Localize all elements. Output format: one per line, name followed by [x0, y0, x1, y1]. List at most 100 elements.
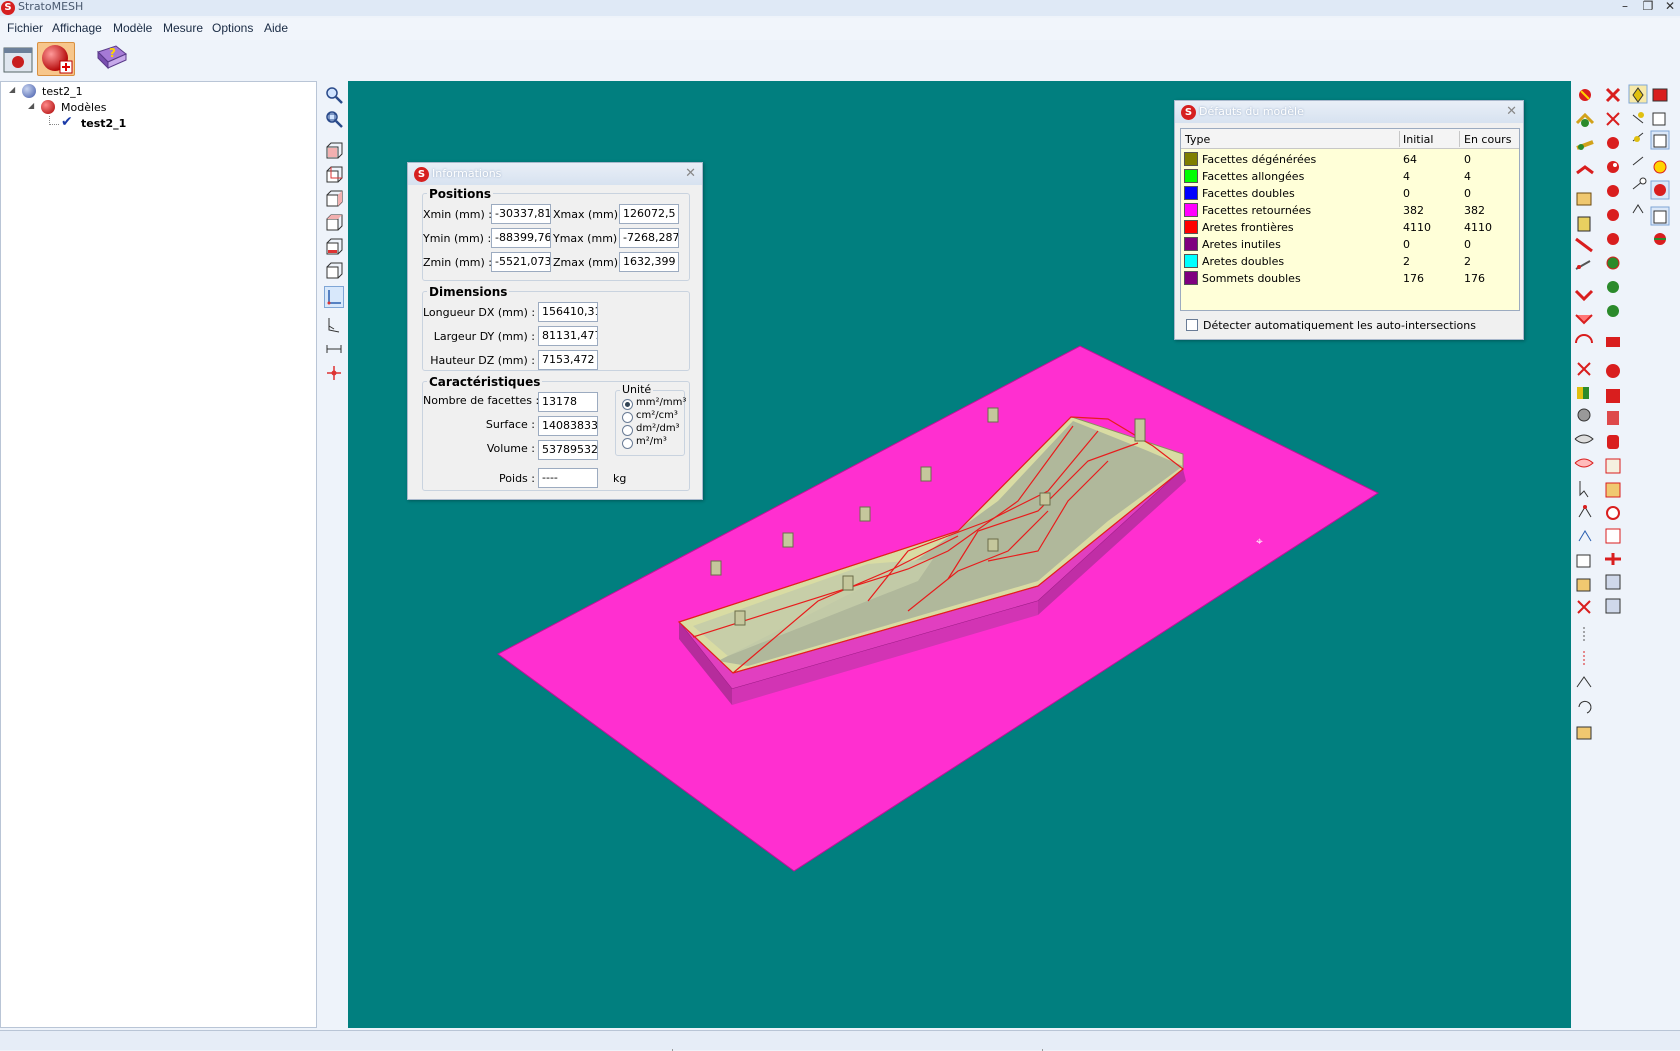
title-bar: S StratoMESH – ❐ ✕	[0, 0, 1680, 16]
defect-type: Aretes frontières	[1202, 221, 1294, 234]
surface-field[interactable]: 140838338	[538, 416, 598, 436]
tree-connector	[49, 116, 59, 125]
zmin-label: Zmin (mm) :	[423, 256, 492, 269]
menu-fichier[interactable]: Fichier	[7, 21, 43, 35]
defect-row[interactable]: Facettes retournées 382 382	[1181, 202, 1519, 219]
tree-folder-row[interactable]: ◢ Modèles	[1, 100, 201, 116]
informations-dialog-titlebar[interactable]: S Informations ✕	[408, 163, 702, 185]
view-top-icon[interactable]	[324, 237, 344, 257]
open-model-button[interactable]	[2, 42, 34, 76]
col-current[interactable]: En cours	[1464, 133, 1511, 146]
defect-initial: 4110	[1403, 221, 1431, 234]
menu-modele[interactable]: Modèle	[113, 21, 152, 35]
close-window-button[interactable]: ✕	[1659, 0, 1680, 14]
dimensions-group: Dimensions Longueur DX (mm) : 156410,31:…	[422, 285, 690, 371]
defects-table-header: Type Initial En cours	[1181, 129, 1519, 149]
xmin-field[interactable]: -30337,818	[491, 204, 551, 224]
facets-field[interactable]: 13178	[538, 392, 598, 412]
dz-label: Hauteur DZ (mm) :	[430, 354, 535, 367]
defect-row[interactable]: Aretes frontières 4110 4110	[1181, 219, 1519, 236]
app-logo-icon: S	[414, 167, 429, 182]
cursor-icon: ⌖	[1256, 534, 1263, 548]
help-book-button[interactable]: ?	[94, 42, 128, 76]
defect-color-swatch	[1184, 152, 1198, 166]
auto-intersection-checkbox[interactable]	[1186, 319, 1198, 331]
zoom-window-icon[interactable]	[324, 85, 344, 105]
close-icon[interactable]: ✕	[1506, 104, 1517, 119]
help-book-icon: ?	[97, 45, 127, 70]
col-initial[interactable]: Initial	[1403, 133, 1433, 146]
tool-column-1[interactable]	[1574, 89, 1595, 740]
minimize-button[interactable]: –	[1614, 0, 1636, 14]
expand-arrow-icon[interactable]: ◢	[9, 85, 15, 94]
measure-angle-icon[interactable]	[324, 315, 344, 335]
ymax-field[interactable]: -7268,287	[619, 228, 679, 248]
tool-column-2[interactable]	[1605, 87, 1621, 614]
menu-aide[interactable]: Aide	[264, 21, 288, 35]
defect-initial: 176	[1403, 272, 1424, 285]
defect-row[interactable]: Facettes allongées 4 4	[1181, 168, 1519, 185]
defect-current: 0	[1464, 153, 1471, 166]
defect-row[interactable]: Facettes dégénérées 64 0	[1181, 151, 1519, 168]
defect-current: 0	[1464, 238, 1471, 251]
defect-current: 0	[1464, 187, 1471, 200]
tree-root-row[interactable]: ◢ test2_1	[1, 84, 201, 100]
tool-column-3[interactable]	[1628, 84, 1648, 214]
defect-current: 4110	[1464, 221, 1492, 234]
characteristics-title: Caractéristiques	[427, 375, 543, 389]
xmax-label: Xmax (mm) :	[553, 208, 626, 221]
defect-type: Sommets doubles	[1202, 272, 1301, 285]
maximize-button[interactable]: ❐	[1637, 0, 1659, 14]
defect-row[interactable]: Aretes inutiles 0 0	[1181, 236, 1519, 253]
defects-dialog-titlebar[interactable]: S Défauts du modèle ✕	[1175, 101, 1523, 123]
positions-group: Positions Xmin (mm) : -30337,818 Xmax (m…	[422, 187, 690, 281]
xmax-field[interactable]: 126072,5	[619, 204, 679, 224]
view-left-icon[interactable]	[324, 189, 344, 209]
axes-toggle-button[interactable]	[324, 286, 344, 308]
tree-model-row[interactable]: ✔ test2_1	[1, 114, 201, 132]
view-back-icon[interactable]	[324, 165, 344, 185]
defect-initial: 64	[1403, 153, 1417, 166]
defect-color-swatch	[1184, 237, 1198, 251]
positions-title: Positions	[427, 187, 494, 201]
informations-dialog: S Informations ✕ Positions Xmin (mm) : -…	[407, 162, 703, 500]
menu-options[interactable]: Options	[212, 21, 253, 35]
volume-field[interactable]: 537895328	[538, 440, 598, 460]
view-bottom-icon[interactable]	[324, 261, 344, 281]
add-model-button[interactable]	[37, 42, 75, 76]
unit-radio-m[interactable]	[622, 438, 633, 449]
defects-dialog-title: Défauts du modèle	[1199, 105, 1304, 118]
defect-initial: 0	[1403, 187, 1410, 200]
menu-mesure[interactable]: Mesure	[163, 21, 203, 35]
defect-color-swatch	[1184, 169, 1198, 183]
defect-row[interactable]: Sommets doubles 176 176	[1181, 270, 1519, 287]
tool-column-4[interactable]	[1650, 88, 1670, 245]
view-front-icon[interactable]	[324, 141, 344, 161]
dx-field[interactable]: 156410,31:	[538, 302, 598, 322]
col-type[interactable]: Type	[1185, 133, 1395, 146]
zmax-field[interactable]: 1632,399	[619, 252, 679, 272]
menu-affichage[interactable]: Affichage	[52, 21, 102, 35]
defect-row[interactable]: Aretes doubles 2 2	[1181, 253, 1519, 270]
weight-field[interactable]: ----	[538, 468, 598, 488]
measure-distance-icon[interactable]	[324, 339, 344, 359]
unit-radio-dm[interactable]	[622, 425, 633, 436]
close-icon[interactable]: ✕	[685, 166, 696, 181]
checkmark-icon: ✔	[61, 114, 73, 130]
defect-type: Facettes retournées	[1202, 204, 1312, 217]
unit-radio-mm[interactable]	[622, 399, 633, 410]
zoom-extents-icon[interactable]	[324, 109, 344, 129]
move-origin-icon[interactable]	[324, 363, 344, 383]
defect-color-swatch	[1184, 220, 1198, 234]
view-right-icon[interactable]	[324, 213, 344, 233]
ymin-field[interactable]: -88399,766	[491, 228, 551, 248]
main-toolbar: ?	[0, 40, 1680, 78]
expand-arrow-icon[interactable]: ◢	[28, 101, 34, 110]
zmin-field[interactable]: -5521,073	[491, 252, 551, 272]
model-tree-panel: ◢ test2_1 ◢ Modèles ✔ test2_1	[0, 81, 317, 1028]
dz-field[interactable]: 7153,472	[538, 350, 598, 370]
defect-row[interactable]: Facettes doubles 0 0	[1181, 185, 1519, 202]
dy-field[interactable]: 81131,477	[538, 326, 598, 346]
models-sphere-icon	[41, 100, 55, 114]
unit-radio-cm[interactable]	[622, 412, 633, 423]
